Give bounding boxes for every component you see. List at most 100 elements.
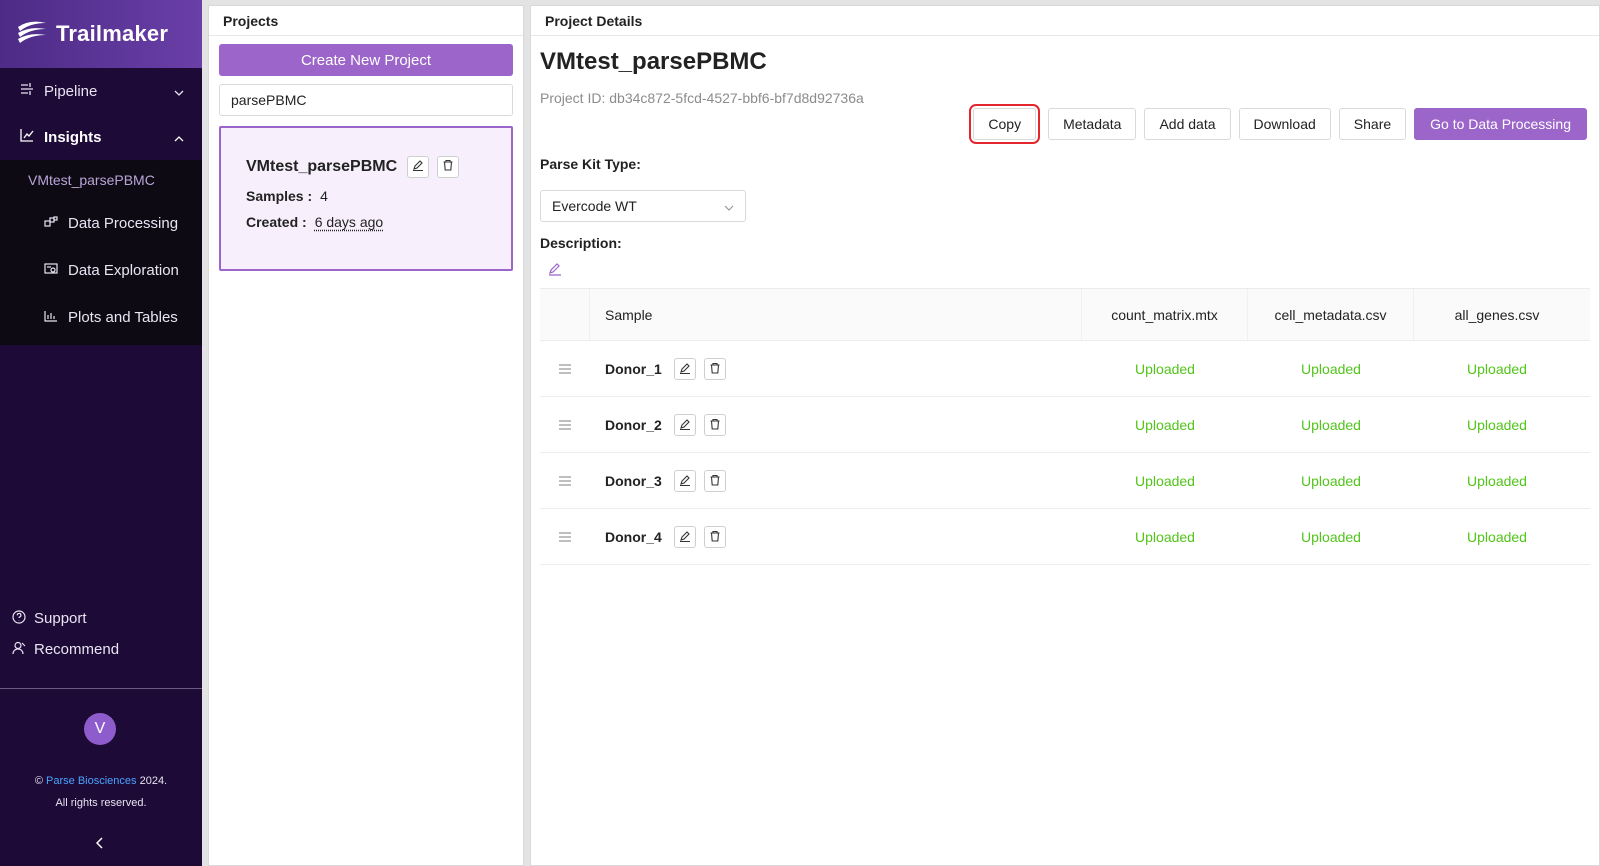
status-count-matrix[interactable]: Uploaded — [1082, 397, 1248, 452]
created-value: 6 days ago — [314, 214, 384, 230]
sidebar-item-plots-and-tables[interactable]: Plots and Tables — [0, 294, 202, 341]
edit-description-button[interactable] — [548, 262, 562, 281]
description-label: Description: — [540, 235, 622, 251]
insights-chart-icon — [20, 128, 34, 146]
support-link[interactable]: Support — [0, 603, 202, 634]
samples-value: 4 — [320, 188, 328, 204]
sample-name: Donor_1 — [605, 360, 662, 377]
trash-icon — [709, 361, 721, 377]
chevron-left-icon — [95, 836, 104, 854]
samples-table-header: Sample count_matrix.mtx cell_metadata.cs… — [540, 289, 1590, 341]
sample-cell: Donor_4 — [590, 509, 1082, 564]
drag-handle[interactable] — [540, 509, 590, 564]
column-header-count-matrix: count_matrix.mtx — [1082, 289, 1248, 340]
sidebar-item-data-exploration[interactable]: Data Exploration — [0, 247, 202, 294]
drag-handle[interactable] — [540, 397, 590, 452]
avatar[interactable]: V — [84, 713, 116, 745]
delete-sample-button[interactable] — [703, 357, 726, 380]
nav-item-insights[interactable]: Insights — [0, 114, 202, 160]
recommend-link[interactable]: Recommend — [0, 634, 202, 665]
sample-name: Donor_3 — [605, 472, 662, 489]
recommend-label: Recommend — [34, 641, 120, 658]
table-row: Donor_3 Uploaded Uploaded Uploaded — [540, 453, 1590, 509]
collapse-sidebar-button[interactable] — [90, 835, 110, 855]
drag-handle[interactable] — [540, 453, 590, 508]
project-created-row: Created : 6 days ago — [246, 214, 511, 230]
copy-highlight: Copy — [969, 104, 1041, 144]
bar-chart-icon — [44, 309, 58, 326]
drag-handle-icon — [558, 473, 572, 489]
question-circle-icon — [12, 609, 26, 628]
download-button[interactable]: Download — [1238, 108, 1331, 140]
drag-handle[interactable] — [540, 341, 590, 396]
status-cell-metadata[interactable]: Uploaded — [1248, 509, 1414, 564]
edit-sample-button[interactable] — [673, 469, 696, 492]
chevron-down-icon — [724, 198, 734, 214]
nav-label: Pipeline — [44, 82, 98, 100]
drag-handle-icon — [558, 417, 572, 433]
status-all-genes[interactable]: Uploaded — [1414, 509, 1580, 564]
status-count-matrix[interactable]: Uploaded — [1082, 453, 1248, 508]
sample-cell: Donor_3 — [590, 453, 1082, 508]
parse-biosciences-link[interactable]: Parse Biosciences — [46, 775, 137, 787]
drag-handle-icon — [558, 529, 572, 545]
table-row: Donor_2 Uploaded Uploaded Uploaded — [540, 397, 1590, 453]
support-label: Support — [34, 610, 87, 627]
copyright-line2: All rights reserved. — [55, 797, 147, 809]
status-cell-metadata[interactable]: Uploaded — [1248, 341, 1414, 396]
project-card[interactable]: VMtest_parsePBMC Samples : 4 Created : 6… — [219, 126, 513, 271]
insights-submenu: VMtest_parsePBMC Data Processing Data Ex… — [0, 160, 202, 345]
column-header-cell-metadata: cell_metadata.csv — [1248, 289, 1414, 340]
user-icon — [12, 641, 26, 659]
project-details-panel: Project Details VMtest_parsePBMC Project… — [530, 5, 1600, 866]
drag-column-header — [540, 289, 590, 340]
status-cell-metadata[interactable]: Uploaded — [1248, 453, 1414, 508]
add-data-button[interactable]: Add data — [1144, 108, 1231, 140]
pencil-icon — [679, 361, 691, 377]
project-search-input[interactable] — [219, 84, 513, 116]
sidebar: Trailmaker Pipeline Insights VMtest_pars… — [0, 0, 202, 866]
table-row: Donor_4 Uploaded Uploaded Uploaded — [540, 509, 1590, 565]
pencil-icon — [679, 417, 691, 433]
trash-icon — [709, 473, 721, 489]
column-header-all-genes: all_genes.csv — [1454, 306, 1540, 323]
status-cell-metadata[interactable]: Uploaded — [1248, 397, 1414, 452]
status-all-genes[interactable]: Uploaded — [1414, 453, 1580, 508]
sample-name: Donor_2 — [605, 416, 662, 433]
delete-sample-button[interactable] — [703, 413, 726, 436]
data-processing-icon — [44, 215, 58, 232]
project-card-title: VMtest_parsePBMC — [246, 158, 398, 175]
copy-button[interactable]: Copy — [973, 108, 1037, 140]
status-all-genes[interactable]: Uploaded — [1414, 341, 1580, 396]
status-all-genes[interactable]: Uploaded — [1414, 397, 1580, 452]
share-button[interactable]: Share — [1338, 108, 1407, 140]
edit-sample-button[interactable] — [673, 413, 696, 436]
status-count-matrix[interactable]: Uploaded — [1082, 509, 1248, 564]
sidebar-divider — [0, 688, 202, 689]
nav-label: Insights — [44, 128, 102, 146]
go-to-data-processing-button[interactable]: Go to Data Processing — [1414, 108, 1587, 140]
sidebar-item-label: Plots and Tables — [68, 309, 178, 326]
brand[interactable]: Trailmaker — [0, 0, 202, 68]
metadata-button[interactable]: Metadata — [1048, 108, 1137, 140]
trash-icon — [709, 529, 721, 545]
sidebar-item-data-processing[interactable]: Data Processing — [0, 200, 202, 247]
delete-sample-button[interactable] — [703, 469, 726, 492]
chevron-down-icon — [174, 83, 184, 100]
edit-project-name-button[interactable] — [407, 156, 430, 178]
trailmaker-logo-icon — [16, 19, 48, 50]
project-samples-row: Samples : 4 — [246, 188, 511, 204]
edit-sample-button[interactable] — [673, 525, 696, 548]
sidebar-project-link[interactable]: VMtest_parsePBMC — [0, 160, 202, 200]
pencil-icon — [679, 473, 691, 489]
nav-item-pipeline[interactable]: Pipeline — [0, 68, 202, 114]
chevron-up-icon — [174, 129, 184, 146]
create-new-project-button[interactable]: Create New Project — [219, 44, 513, 76]
delete-sample-button[interactable] — [703, 525, 726, 548]
parse-kit-type-select[interactable]: Evercode WT — [540, 190, 746, 222]
project-toolbar: Copy Metadata Add data Download Share Go… — [969, 104, 1587, 144]
edit-sample-button[interactable] — [673, 357, 696, 380]
delete-project-button[interactable] — [437, 156, 460, 178]
status-count-matrix[interactable]: Uploaded — [1082, 341, 1248, 396]
sample-cell: Donor_1 — [590, 341, 1082, 396]
